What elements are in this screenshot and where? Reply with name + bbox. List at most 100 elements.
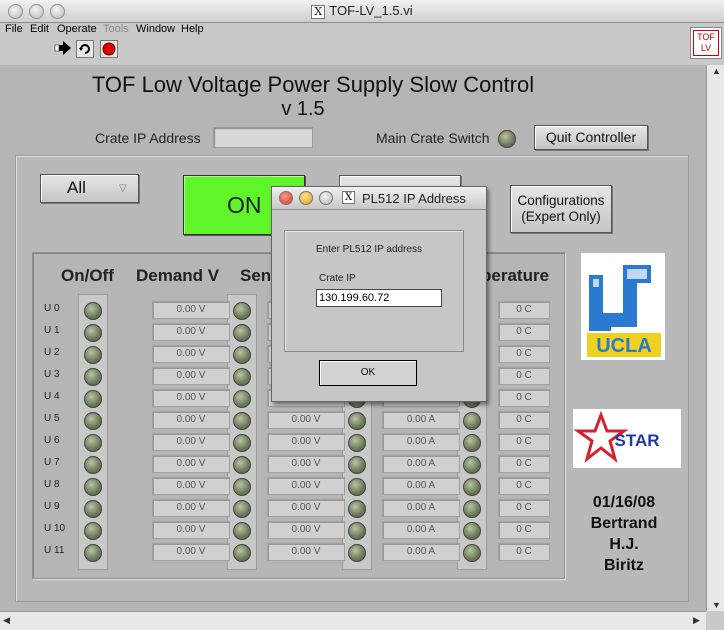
abort-stop-icon[interactable]	[100, 40, 118, 58]
current-display: 0.00 A	[382, 543, 460, 561]
config-label-line-2: (Expert Only)	[521, 209, 601, 224]
onoff-led[interactable]	[84, 456, 102, 474]
onoff-led[interactable]	[84, 324, 102, 342]
temp-led	[463, 478, 481, 496]
configurations-button[interactable]: Configurations (Expert Only)	[510, 185, 612, 233]
demand-voltage-field[interactable]: 0.00 V	[152, 367, 230, 385]
dialog-group-box: Enter PL512 IP address Crate IP 130.199.…	[284, 230, 464, 352]
crate-ip-input[interactable]: 130.199.60.72	[316, 289, 442, 307]
row-label: U 8	[44, 479, 60, 490]
run-arrow-icon[interactable]	[54, 40, 71, 56]
ucla-logo: UCLA	[581, 253, 665, 360]
dialog-titlebar[interactable]: X PL512 IP Address	[272, 187, 486, 210]
sense-voltage-display: 0.00 V	[267, 499, 345, 517]
credits-date: 01/16/08	[592, 494, 656, 511]
on-button-label: ON	[227, 192, 262, 218]
row-label: U 10	[44, 523, 66, 534]
onoff-led[interactable]	[84, 346, 102, 364]
temperature-display: 0 C	[498, 521, 550, 539]
sense-led	[233, 434, 251, 452]
menu-edit[interactable]: Edit	[30, 23, 49, 35]
sense-led	[233, 302, 251, 320]
window-title-text: TOF-LV_1.5.vi	[329, 3, 413, 18]
current-led	[348, 456, 366, 474]
demand-voltage-field[interactable]: 0.00 V	[152, 345, 230, 363]
unit-selector[interactable]: All ▽	[40, 174, 139, 203]
menu-help[interactable]: Help	[181, 23, 204, 35]
demand-voltage-field[interactable]: 0.00 V	[152, 323, 230, 341]
temperature-display: 0 C	[498, 433, 550, 451]
temp-led	[463, 412, 481, 430]
x11-icon: X	[311, 5, 326, 19]
current-led	[348, 522, 366, 540]
credits-line-3: Biritz	[604, 557, 644, 574]
temperature-display: 0 C	[498, 367, 550, 385]
demand-voltage-field[interactable]: 0.00 V	[152, 411, 230, 429]
menu-file[interactable]: File	[5, 23, 23, 35]
current-display: 0.00 A	[382, 433, 460, 451]
scroll-right-icon[interactable]: ▶	[693, 615, 700, 626]
demand-voltage-field[interactable]: 0.00 V	[152, 433, 230, 451]
scroll-down-icon[interactable]: ▼	[712, 600, 721, 610]
temperature-display: 0 C	[498, 543, 550, 561]
onoff-led[interactable]	[84, 390, 102, 408]
scroll-up-icon[interactable]: ▲	[712, 66, 721, 76]
onoff-led[interactable]	[84, 412, 102, 430]
run-continuously-icon[interactable]	[76, 40, 94, 58]
onoff-led[interactable]	[84, 434, 102, 452]
demand-voltage-field[interactable]: 0.00 V	[152, 455, 230, 473]
current-display: 0.00 A	[382, 477, 460, 495]
menu-tools[interactable]: Tools	[103, 23, 129, 35]
demand-voltage-field[interactable]: 0.00 V	[152, 543, 230, 561]
dialog-title: PL512 IP Address	[362, 191, 466, 206]
onoff-led[interactable]	[84, 478, 102, 496]
crate-ip-field[interactable]	[213, 127, 313, 148]
temperature-display: 0 C	[498, 389, 550, 407]
sense-voltage-display: 0.00 V	[267, 411, 345, 429]
dialog-zoom-button[interactable]	[319, 191, 333, 205]
dialog-close-button[interactable]	[279, 191, 293, 205]
config-label-line-1: Configurations	[517, 193, 605, 208]
col-header-sense: Sen	[240, 266, 272, 285]
menu-operate[interactable]: Operate	[57, 23, 97, 35]
onoff-led[interactable]	[84, 544, 102, 562]
scroll-left-icon[interactable]: ◀	[3, 615, 10, 626]
sense-led	[233, 390, 251, 408]
col-header-temperature: perature	[481, 266, 550, 285]
demand-voltage-field[interactable]: 0.00 V	[152, 389, 230, 407]
demand-voltage-field[interactable]: 0.00 V	[152, 477, 230, 495]
window-titlebar[interactable]: X TOF-LV_1.5.vi	[0, 0, 724, 23]
temperature-display: 0 C	[498, 477, 550, 495]
dialog-minimize-button[interactable]	[299, 191, 313, 205]
demand-voltage-field[interactable]: 0.00 V	[152, 499, 230, 517]
menu-window[interactable]: Window	[136, 23, 175, 35]
current-led	[348, 434, 366, 452]
quit-controller-button[interactable]: Quit Controller	[534, 125, 648, 150]
star-logo-text: STAR	[614, 431, 659, 450]
row-label: U 2	[44, 347, 60, 358]
ok-button[interactable]: OK	[319, 360, 417, 386]
badge-line-1: TOF	[697, 32, 715, 42]
row-label: U 7	[44, 457, 60, 468]
sense-voltage-display: 0.00 V	[267, 521, 345, 539]
vertical-scrollbar[interactable]: ▲ ▼	[706, 65, 724, 611]
chevron-down-icon: ▽	[119, 183, 127, 194]
demand-voltage-field[interactable]: 0.00 V	[152, 521, 230, 539]
current-display: 0.00 A	[382, 455, 460, 473]
unit-selector-value: All	[67, 178, 86, 197]
onoff-led[interactable]	[84, 522, 102, 540]
onoff-led[interactable]	[84, 368, 102, 386]
horizontal-scrollbar[interactable]: ◀ ▶	[0, 611, 706, 630]
onoff-led[interactable]	[84, 302, 102, 320]
toolbar	[0, 37, 690, 65]
row-label: U 9	[44, 501, 60, 512]
ip-address-dialog: X PL512 IP Address Enter PL512 IP addres…	[271, 186, 487, 402]
demand-voltage-field[interactable]: 0.00 V	[152, 301, 230, 319]
sense-led	[233, 412, 251, 430]
onoff-led[interactable]	[84, 500, 102, 518]
temp-led	[463, 522, 481, 540]
sense-voltage-display: 0.00 V	[267, 433, 345, 451]
sense-led	[233, 522, 251, 540]
current-display: 0.00 A	[382, 521, 460, 539]
sense-voltage-display: 0.00 V	[267, 477, 345, 495]
